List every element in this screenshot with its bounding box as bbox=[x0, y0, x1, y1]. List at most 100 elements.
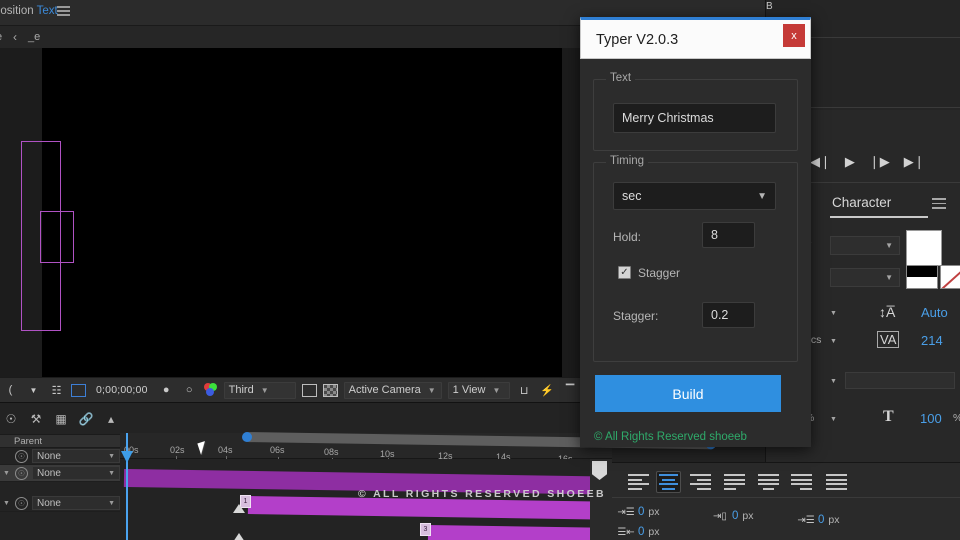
hold-input[interactable]: 8 bbox=[702, 222, 755, 248]
chevron-down-icon[interactable]: ▼ bbox=[830, 310, 837, 317]
parent-pickwhip-icon[interactable]: ☉ bbox=[15, 496, 28, 510]
parent-dropdown[interactable]: None ▼ bbox=[32, 496, 120, 510]
time-ruler[interactable]: 00s 02s 04s 06s 08s 10s 12s 14s 16s bbox=[120, 432, 715, 464]
channel-color-icon[interactable] bbox=[203, 383, 218, 397]
active-tab-underline bbox=[830, 216, 928, 218]
playhead[interactable] bbox=[121, 433, 133, 540]
magnification-icon[interactable]: ( bbox=[2, 383, 19, 398]
transparency-grid-icon[interactable] bbox=[301, 383, 317, 397]
justify-last-right-button[interactable] bbox=[789, 471, 814, 493]
resolution-dropdown[interactable]: Third ▼ bbox=[223, 381, 296, 399]
stagger-input[interactable]: 0.2 bbox=[702, 302, 755, 328]
keyframe-graph-icon[interactable]: ▴ bbox=[103, 411, 119, 427]
checkerboard-icon[interactable] bbox=[322, 383, 338, 397]
table-row[interactable]: ▼ ☉ None ▼ bbox=[0, 495, 120, 512]
previous-frame-icon[interactable]: ◀❘ bbox=[810, 154, 831, 170]
space-before-value[interactable]: 0 bbox=[732, 510, 738, 522]
fast-previews-icon[interactable]: ⚡ bbox=[539, 383, 556, 398]
character-panel-title[interactable]: Character bbox=[832, 195, 891, 210]
chevron-left-icon[interactable]: ‹ bbox=[13, 30, 17, 44]
paragraph-panel bbox=[612, 462, 960, 540]
indent-left-icon: ⇥☰ bbox=[617, 506, 635, 518]
indent-right-value[interactable]: 0 bbox=[638, 526, 644, 538]
vertical-scale-value[interactable]: 100 bbox=[920, 411, 942, 426]
next-frame-icon[interactable]: ❘▶ bbox=[869, 154, 890, 170]
ruler-tick-label: 04s bbox=[218, 445, 233, 455]
unit-dropdown[interactable]: sec ▼ bbox=[613, 182, 776, 210]
motion-blur-icon[interactable]: ☉ bbox=[3, 411, 19, 427]
ruler-tick-label: 06s bbox=[270, 445, 285, 455]
tab-prefix-text: position bbox=[0, 5, 34, 17]
expand-chevron-icon[interactable]: ▼ bbox=[2, 470, 11, 477]
grid-guides-icon[interactable]: ☷ bbox=[48, 383, 65, 398]
view-layout-dropdown[interactable]: 1 View ▼ bbox=[447, 381, 510, 399]
parent-value: None bbox=[37, 450, 61, 462]
app-window: position Text e ‹ _e ( ▼ ☷ 0;00;00;00 ● … bbox=[0, 0, 960, 540]
region-of-interest-icon[interactable] bbox=[71, 383, 86, 397]
parent-dropdown[interactable]: None ▼ bbox=[32, 466, 120, 480]
layer-switches-icon[interactable]: ▦ bbox=[53, 411, 69, 427]
leading-value[interactable]: Auto bbox=[921, 305, 948, 320]
panel-divider bbox=[612, 497, 960, 498]
snapshot-camera-icon[interactable]: ● bbox=[158, 383, 175, 398]
link-icon[interactable]: 🔗 bbox=[78, 411, 94, 427]
indent-left-unit: px bbox=[648, 506, 660, 518]
indent-left-value[interactable]: 0 bbox=[638, 506, 644, 518]
align-right-button[interactable] bbox=[688, 471, 713, 493]
parent-pickwhip-icon[interactable]: ☉ bbox=[15, 449, 28, 463]
graph-editor-icon[interactable]: ⚒ bbox=[28, 411, 44, 427]
align-center-button[interactable] bbox=[656, 471, 681, 493]
first-line-indent-group: ⇥☰ 0 px bbox=[797, 512, 839, 528]
panel-menu-icon[interactable] bbox=[57, 6, 70, 17]
parent-dropdown[interactable]: None ▼ bbox=[32, 449, 120, 463]
first-line-indent-value[interactable]: 0 bbox=[818, 514, 824, 526]
font-style-dropdown[interactable]: ▼ bbox=[830, 268, 900, 287]
close-icon[interactable]: x bbox=[783, 24, 805, 47]
chevron-down-icon[interactable]: ▼ bbox=[830, 338, 837, 345]
expand-chevron-icon[interactable]: ▼ bbox=[2, 500, 11, 507]
dialog-title-bar[interactable]: Typer V2.0.3 x bbox=[580, 17, 811, 59]
composition-tab-label[interactable]: position Text bbox=[0, 5, 58, 17]
stroke-width-input[interactable] bbox=[845, 372, 955, 389]
tracking-value[interactable]: 214 bbox=[921, 333, 943, 348]
viewer-timecode[interactable]: 0;00;00;00 bbox=[96, 384, 148, 396]
ruler-tick-label: 08s bbox=[324, 447, 339, 457]
character-panel-menu-icon[interactable] bbox=[932, 198, 946, 212]
justify-all-button[interactable] bbox=[824, 471, 849, 493]
indent-right-icon: ☰⇤ bbox=[617, 526, 635, 538]
timing-group-label: Timing bbox=[606, 155, 649, 167]
chevron-down-icon[interactable]: ▼ bbox=[25, 383, 42, 398]
table-row[interactable]: ▼ ☉ None ▼ bbox=[0, 465, 120, 482]
timeline-graph-icon[interactable]: ▔ bbox=[562, 383, 579, 398]
ruler-tick-label: 02s bbox=[170, 445, 185, 455]
build-button[interactable]: Build bbox=[595, 375, 781, 412]
parent-pickwhip-icon[interactable]: ☉ bbox=[15, 466, 28, 480]
layer-in-point-icon bbox=[233, 504, 245, 513]
chevron-down-icon[interactable]: ▼ bbox=[830, 378, 837, 385]
align-left-button[interactable] bbox=[626, 471, 651, 493]
layer-bar[interactable] bbox=[427, 525, 597, 540]
no-fill-swatch-icon[interactable] bbox=[940, 265, 960, 289]
black-white-swatch-icon[interactable] bbox=[906, 265, 938, 289]
justify-last-center-button[interactable] bbox=[756, 471, 781, 493]
fill-color-swatch[interactable] bbox=[906, 230, 942, 266]
camera-dropdown[interactable]: Active Camera ▼ bbox=[343, 381, 442, 399]
stagger-checkbox[interactable]: ✓ bbox=[618, 266, 631, 279]
justify-last-left-button[interactable] bbox=[722, 471, 747, 493]
last-frame-icon[interactable]: ▶❘ bbox=[904, 154, 925, 170]
keyframe-marker[interactable]: 3 bbox=[420, 523, 431, 536]
chevron-down-icon[interactable]: ▼ bbox=[830, 416, 837, 423]
composition-viewer[interactable] bbox=[0, 48, 590, 385]
pixel-aspect-icon[interactable]: ⊔ bbox=[516, 383, 533, 398]
typer-dialog[interactable]: Typer V2.0.3 x Text Merry Christmas Timi… bbox=[580, 17, 811, 447]
show-snapshot-icon[interactable]: ○ bbox=[181, 383, 198, 398]
composition-canvas[interactable] bbox=[42, 48, 562, 383]
breadcrumb-item-2[interactable]: _e bbox=[28, 31, 40, 43]
stroke-width-row: ▼ bbox=[805, 370, 960, 395]
font-family-dropdown[interactable]: ▼ bbox=[830, 236, 900, 255]
table-row[interactable]: ☉ None ▼ bbox=[0, 448, 120, 465]
play-icon[interactable]: ▶ bbox=[845, 154, 855, 170]
text-group-label: Text bbox=[606, 72, 636, 84]
text-input[interactable]: Merry Christmas bbox=[613, 103, 776, 133]
breadcrumb-item-1[interactable]: e bbox=[0, 31, 2, 43]
